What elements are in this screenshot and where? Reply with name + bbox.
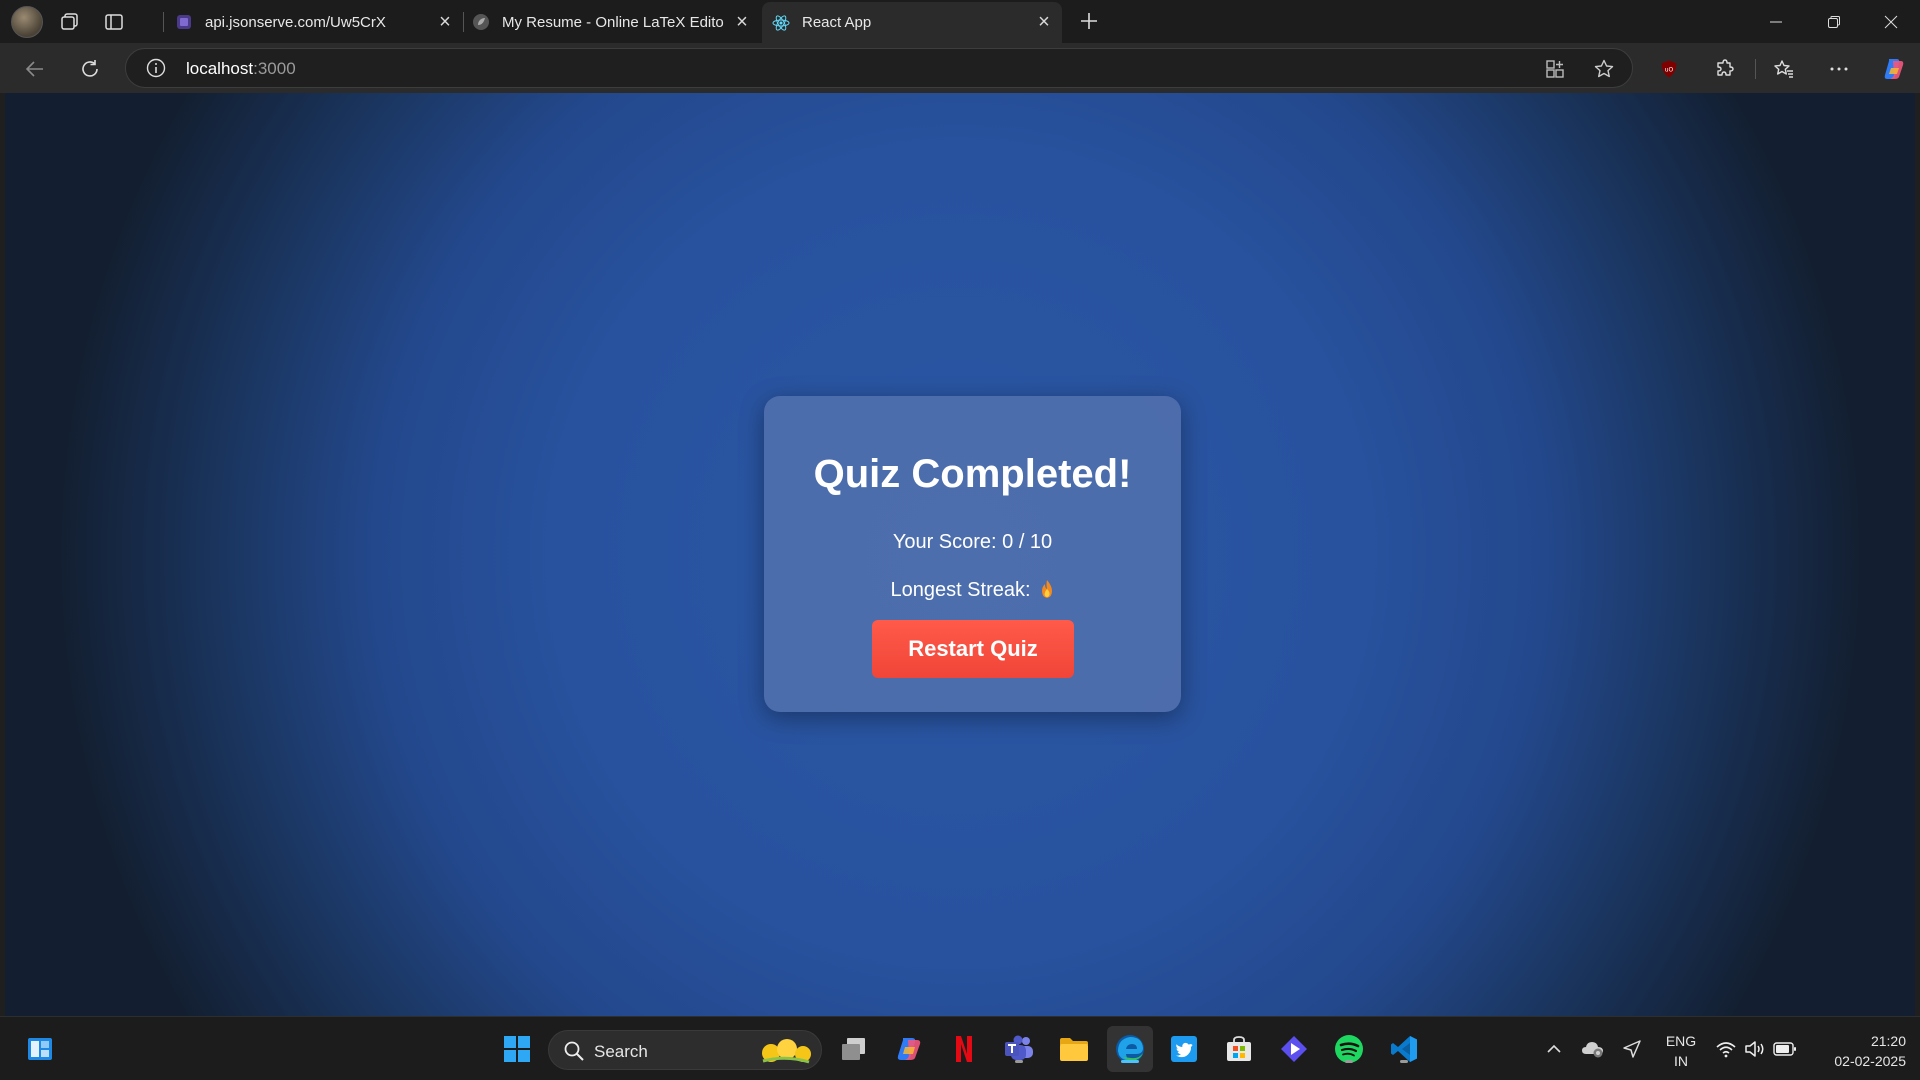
onedrive-icon[interactable] bbox=[1581, 1037, 1605, 1061]
running-indicator bbox=[1400, 1060, 1408, 1063]
tab-close-icon[interactable]: × bbox=[732, 11, 752, 33]
restore-icon[interactable] bbox=[1805, 0, 1863, 43]
refresh-icon[interactable] bbox=[74, 53, 106, 85]
store-icon[interactable] bbox=[1221, 1031, 1257, 1067]
widgets-icon[interactable] bbox=[22, 1031, 58, 1067]
copilot-icon[interactable] bbox=[1880, 55, 1908, 83]
url-host: localhost bbox=[186, 59, 254, 78]
overleaf-favicon-icon bbox=[473, 14, 489, 30]
language-code: ENG bbox=[1665, 1033, 1697, 1049]
prime-video-icon[interactable] bbox=[1276, 1031, 1312, 1067]
netflix-icon[interactable] bbox=[946, 1031, 982, 1067]
teams-icon[interactable] bbox=[1001, 1031, 1037, 1067]
tab-separator bbox=[463, 12, 464, 32]
toolbar: localhost:3000 uO bbox=[0, 43, 1920, 93]
jsonserve-favicon-icon bbox=[177, 15, 191, 29]
vertical-tabs-icon[interactable] bbox=[97, 5, 131, 39]
running-indicator bbox=[1345, 1060, 1353, 1063]
more-icon[interactable] bbox=[1825, 55, 1853, 83]
start-icon[interactable] bbox=[499, 1031, 535, 1067]
react-favicon-icon bbox=[772, 14, 790, 31]
tab-close-icon[interactable]: × bbox=[1034, 11, 1054, 33]
clock-date: 02-02-2025 bbox=[1834, 1053, 1906, 1069]
chevron-up-icon[interactable] bbox=[1542, 1037, 1566, 1061]
search-icon bbox=[564, 1041, 584, 1061]
fire-icon bbox=[1041, 580, 1052, 598]
input-language[interactable]: ENG IN bbox=[1664, 1031, 1698, 1071]
url-port: :3000 bbox=[253, 59, 296, 78]
extensions-icon[interactable] bbox=[1711, 55, 1739, 83]
restart-quiz-button[interactable]: Restart Quiz bbox=[872, 620, 1074, 678]
toolbar-separator bbox=[1755, 59, 1756, 79]
language-region: IN bbox=[1674, 1053, 1688, 1069]
back-icon[interactable] bbox=[19, 53, 51, 85]
tab-jsonserve[interactable]: api.jsonserve.com/Uw5CrX × bbox=[175, 4, 455, 40]
edge-icon[interactable] bbox=[1112, 1031, 1148, 1067]
score-text: Your Score: 0 / 10 bbox=[892, 531, 1053, 553]
svg-text:uO: uO bbox=[1665, 67, 1674, 74]
tab-title: api.jsonserve.com/Uw5CrX bbox=[205, 13, 386, 31]
search-highlight-icon bbox=[762, 1039, 811, 1064]
workspaces-icon[interactable] bbox=[53, 5, 87, 39]
page-viewport: Quiz Completed! Your Score: 0 / 10 Longe… bbox=[5, 93, 1915, 1016]
new-tab-icon[interactable] bbox=[1074, 6, 1104, 36]
address-url: localhost:3000 bbox=[186, 59, 296, 79]
app-available-icon[interactable] bbox=[1544, 58, 1566, 80]
vscode-icon[interactable] bbox=[1386, 1031, 1422, 1067]
search-label: Search bbox=[594, 1042, 648, 1061]
tab-title: React App bbox=[802, 14, 872, 31]
copilot-icon[interactable] bbox=[891, 1031, 927, 1067]
address-bar[interactable]: localhost:3000 bbox=[125, 48, 1633, 88]
volume-icon[interactable] bbox=[1743, 1037, 1767, 1061]
tab-react-app[interactable]: React App × bbox=[762, 2, 1062, 43]
tab-latex-resume[interactable]: My Resume - Online LaTeX Editor × bbox=[472, 4, 752, 40]
taskbar-search[interactable]: Search bbox=[548, 1030, 822, 1070]
streak-line: Longest Streak: bbox=[764, 579, 1181, 602]
minimize-icon[interactable] bbox=[1747, 0, 1805, 43]
streak-label: Longest Streak: bbox=[890, 579, 1031, 601]
quiz-result-card: Quiz Completed! Your Score: 0 / 10 Longe… bbox=[764, 396, 1181, 712]
profile-avatar[interactable] bbox=[11, 5, 43, 38]
tab-separator bbox=[163, 12, 164, 32]
running-indicator bbox=[1121, 1060, 1139, 1063]
taskbar: Search ENG IN 21:20 02-02-2025 bbox=[0, 1016, 1920, 1080]
spotify-icon[interactable] bbox=[1331, 1031, 1367, 1067]
ublock-icon[interactable]: uO bbox=[1655, 55, 1683, 83]
favorites-icon[interactable] bbox=[1770, 55, 1798, 83]
tab-title: My Resume - Online LaTeX Editor bbox=[502, 13, 724, 31]
running-indicator bbox=[1015, 1060, 1023, 1063]
info-icon[interactable] bbox=[146, 58, 166, 78]
tab-close-icon[interactable]: × bbox=[435, 11, 455, 33]
twitter-icon[interactable] bbox=[1166, 1031, 1202, 1067]
location-icon[interactable] bbox=[1620, 1037, 1644, 1061]
wifi-icon[interactable] bbox=[1714, 1037, 1738, 1061]
favorite-star-icon[interactable] bbox=[1593, 58, 1615, 80]
quiz-heading: Quiz Completed! bbox=[813, 452, 1132, 496]
task-view-icon[interactable] bbox=[836, 1031, 872, 1067]
file-explorer-icon[interactable] bbox=[1056, 1031, 1092, 1067]
close-window-icon[interactable] bbox=[1862, 0, 1920, 43]
clock-time: 21:20 bbox=[1870, 1033, 1906, 1049]
battery-icon[interactable] bbox=[1773, 1037, 1797, 1061]
system-clock[interactable]: 21:20 02-02-2025 bbox=[1810, 1031, 1906, 1071]
